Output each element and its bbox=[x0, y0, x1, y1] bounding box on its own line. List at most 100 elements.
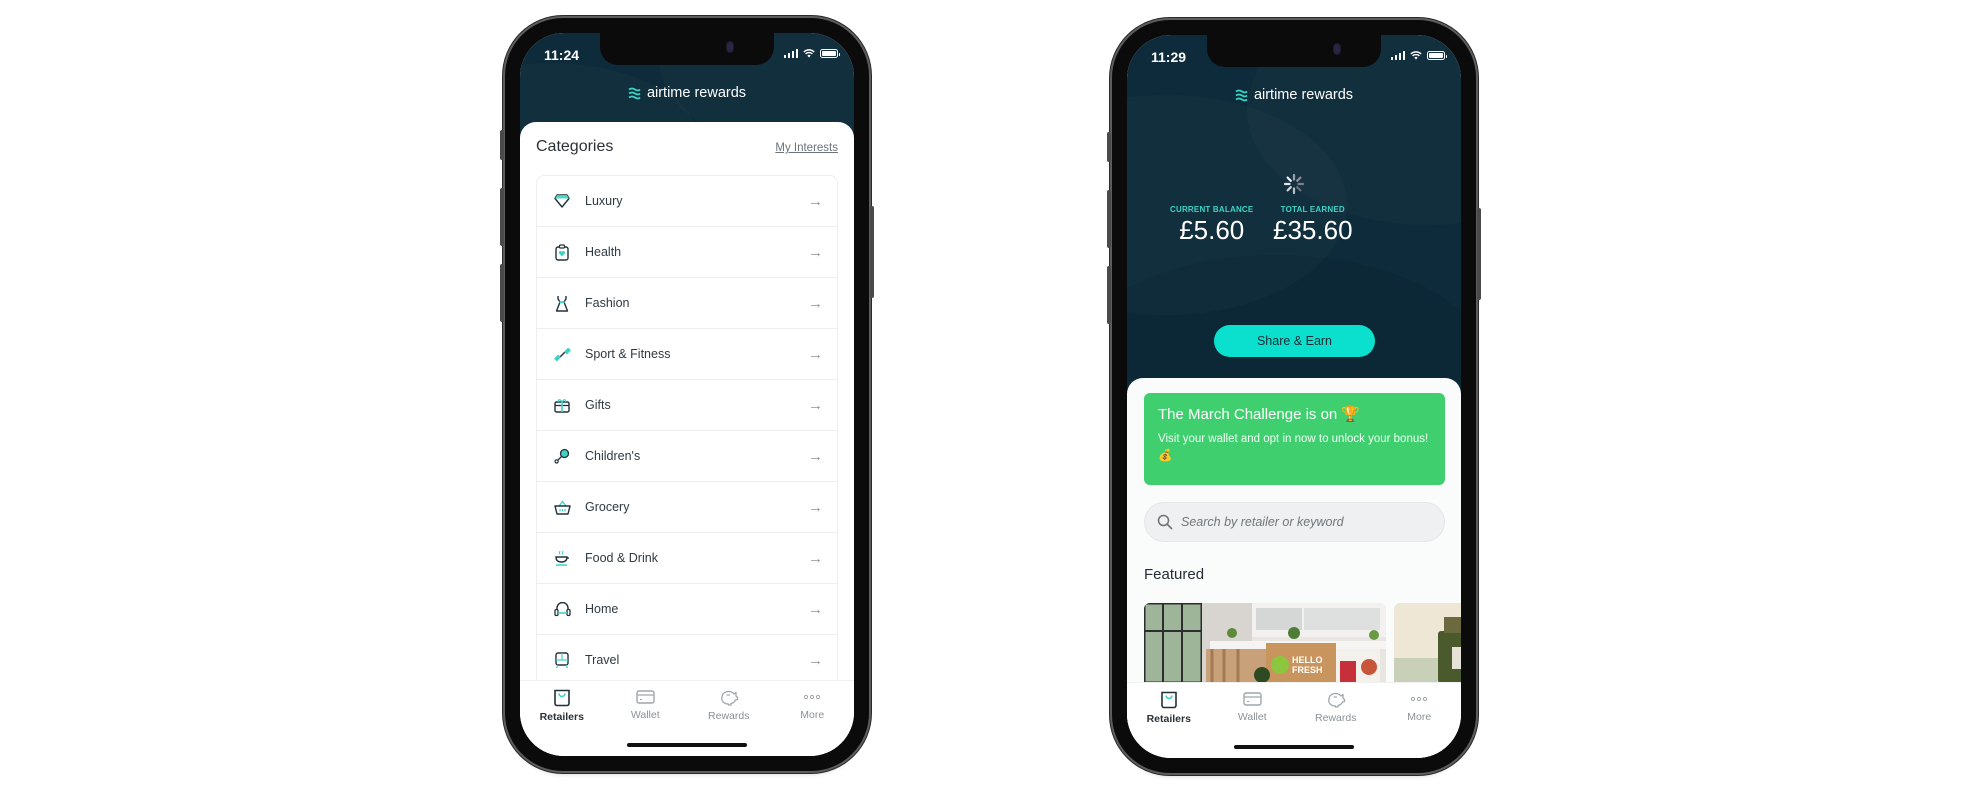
brand-logo: airtime rewards bbox=[520, 85, 854, 101]
page-title: Categories bbox=[536, 138, 614, 155]
category-item-childrens[interactable]: Children's → bbox=[537, 431, 837, 482]
arrow-right-icon: → bbox=[808, 243, 823, 261]
current-balance: CURRENT BALANCE £5.60 bbox=[1170, 205, 1253, 246]
card-icon bbox=[1243, 692, 1262, 706]
category-item-gifts[interactable]: Gifts → bbox=[537, 380, 837, 431]
category-item-food-drink[interactable]: Food & Drink → bbox=[537, 533, 837, 584]
tab-rewards[interactable]: Rewards bbox=[1303, 691, 1369, 725]
more-dots-icon bbox=[1411, 696, 1428, 702]
featured-card-2[interactable] bbox=[1394, 603, 1461, 683]
total-earned-value: £35.60 bbox=[1273, 215, 1353, 245]
home-indicator[interactable] bbox=[627, 743, 747, 747]
phone-home: 11:29 airtime rewards CURRENT BALANCE £5… bbox=[1107, 20, 1481, 773]
loading-spinner-icon bbox=[1283, 173, 1305, 195]
volume-down-button bbox=[1107, 266, 1111, 324]
categories-card: Categories My Interests Luxury → Health … bbox=[520, 122, 854, 756]
rattle-icon bbox=[553, 447, 571, 465]
banner-title: The March Challenge is on 🏆 bbox=[1158, 406, 1361, 423]
piggy-bank-icon bbox=[720, 690, 738, 706]
arrow-right-icon: → bbox=[808, 498, 823, 516]
more-dots-icon bbox=[804, 694, 821, 700]
category-item-grocery[interactable]: Grocery → bbox=[537, 482, 837, 533]
basket-icon bbox=[553, 498, 571, 516]
hellofresh-text-2: FRESH bbox=[1292, 665, 1323, 675]
armchair-icon bbox=[553, 600, 571, 618]
signal-icon bbox=[1390, 51, 1405, 60]
battery-icon bbox=[820, 49, 840, 58]
category-item-home[interactable]: Home → bbox=[537, 584, 837, 635]
wifi-icon bbox=[1410, 51, 1422, 60]
category-item-sport-fitness[interactable]: Sport & Fitness → bbox=[537, 329, 837, 380]
arrow-right-icon: → bbox=[808, 294, 823, 312]
screen: 11:24 airtime rewards Categories My Inte… bbox=[520, 33, 854, 756]
steaming-bowl-icon bbox=[553, 549, 571, 567]
power-button bbox=[870, 206, 874, 298]
airtime-logo-icon bbox=[628, 87, 641, 99]
category-item-travel[interactable]: Travel → bbox=[537, 635, 837, 686]
featured-card-hellofresh[interactable]: HELLO FRESH bbox=[1144, 603, 1386, 683]
search-input[interactable] bbox=[1181, 515, 1421, 529]
hellofresh-text-1: HELLO bbox=[1292, 655, 1323, 665]
volume-up-button bbox=[1107, 190, 1111, 248]
notch bbox=[600, 33, 774, 65]
tab-bar: Retailers Wallet Rewards More bbox=[1127, 682, 1461, 758]
clipboard-heart-icon bbox=[553, 243, 571, 261]
airtime-logo-icon bbox=[1235, 89, 1248, 101]
diamond-icon bbox=[553, 192, 571, 210]
featured-heading: Featured bbox=[1144, 566, 1205, 583]
notch bbox=[1207, 35, 1381, 67]
product-image bbox=[1394, 603, 1461, 683]
volume-down-button bbox=[500, 264, 504, 322]
bag-icon bbox=[1160, 691, 1177, 709]
share-earn-button[interactable]: Share & Earn bbox=[1214, 325, 1375, 357]
arrow-right-icon: → bbox=[808, 396, 823, 414]
tab-wallet[interactable]: Wallet bbox=[612, 689, 678, 723]
kitchen-image: HELLO FRESH bbox=[1144, 603, 1386, 683]
my-interests-link[interactable]: My Interests bbox=[775, 142, 838, 154]
dress-icon bbox=[553, 294, 571, 312]
arrow-right-icon: → bbox=[808, 447, 823, 465]
category-item-luxury[interactable]: Luxury → bbox=[537, 176, 837, 227]
volume-up-button bbox=[500, 188, 504, 246]
gift-icon bbox=[553, 396, 571, 414]
category-item-health[interactable]: Health → bbox=[537, 227, 837, 278]
category-item-fashion[interactable]: Fashion → bbox=[537, 278, 837, 329]
tab-retailers[interactable]: Retailers bbox=[529, 689, 595, 723]
total-earned: TOTAL EARNED £35.60 bbox=[1273, 205, 1353, 246]
search-bar[interactable] bbox=[1144, 502, 1445, 542]
challenge-banner[interactable]: The March Challenge is on 🏆 Visit your w… bbox=[1144, 393, 1445, 485]
signal-icon bbox=[783, 49, 798, 58]
bag-icon bbox=[553, 689, 570, 707]
wifi-icon bbox=[803, 49, 815, 58]
tab-retailers[interactable]: Retailers bbox=[1136, 691, 1202, 725]
current-balance-label: CURRENT BALANCE bbox=[1170, 205, 1254, 214]
brand-name: airtime rewards bbox=[646, 85, 747, 101]
banner-subtitle: Visit your wallet and opt in now to unlo… bbox=[1158, 433, 1429, 462]
camera bbox=[1334, 44, 1340, 54]
battery-icon bbox=[1427, 51, 1447, 60]
dumbbell-icon bbox=[553, 345, 571, 363]
category-list: Luxury → Health → Fashion → Sport & Fitn… bbox=[536, 175, 838, 687]
power-button bbox=[1477, 208, 1481, 300]
arrow-right-icon: → bbox=[808, 549, 823, 567]
tab-wallet[interactable]: Wallet bbox=[1219, 691, 1285, 725]
total-earned-label: TOTAL EARNED bbox=[1280, 205, 1345, 214]
arrow-right-icon: → bbox=[808, 651, 823, 669]
arrow-right-icon: → bbox=[808, 192, 823, 210]
tab-rewards[interactable]: Rewards bbox=[696, 689, 762, 723]
brand-logo: airtime rewards bbox=[1127, 87, 1461, 103]
card-icon bbox=[636, 690, 655, 704]
status-time: 11:24 bbox=[544, 47, 580, 63]
featured-carousel[interactable]: HELLO FRESH bbox=[1144, 603, 1461, 683]
piggy-bank-icon bbox=[1327, 692, 1345, 708]
tab-more[interactable]: More bbox=[1386, 691, 1452, 725]
silent-switch bbox=[500, 130, 504, 160]
tab-more[interactable]: More bbox=[779, 689, 845, 723]
search-icon bbox=[1157, 514, 1173, 530]
status-icons bbox=[1390, 51, 1447, 60]
arrow-right-icon: → bbox=[808, 600, 823, 618]
screen: 11:29 airtime rewards CURRENT BALANCE £5… bbox=[1127, 35, 1461, 758]
status-icons bbox=[783, 49, 840, 58]
tab-bar: Retailers Wallet Rewards More bbox=[520, 680, 854, 756]
home-indicator[interactable] bbox=[1234, 745, 1354, 749]
